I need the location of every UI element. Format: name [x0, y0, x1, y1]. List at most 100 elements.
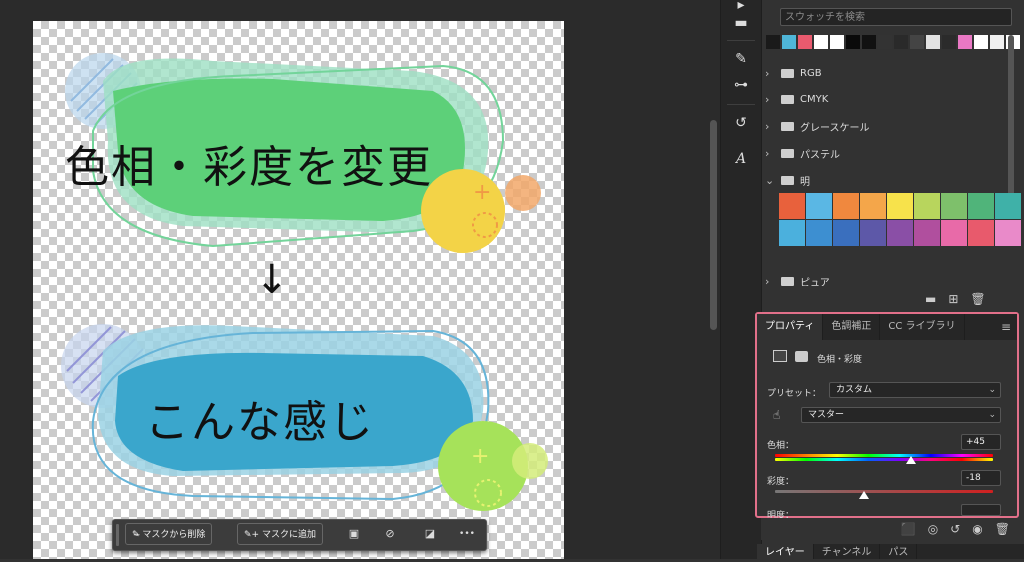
hue-slider-track[interactable] [775, 454, 993, 457]
recent-swatch[interactable] [846, 35, 860, 49]
clip-to-layer-icon[interactable]: ⬛ [901, 522, 916, 536]
adjustments-icon[interactable]: ⊶ [729, 74, 753, 96]
swatch-color[interactable] [833, 220, 859, 246]
history-icon[interactable]: ↺ [729, 112, 753, 134]
recent-swatch[interactable] [878, 35, 892, 49]
tab-adjustments[interactable]: 色調補正 [823, 314, 881, 340]
folder-icon [781, 68, 794, 78]
saturation-value-input[interactable]: -18 [961, 470, 1001, 486]
swatches-scrollbar[interactable] [1008, 35, 1014, 205]
panel-menu-icon[interactable]: ≡ [1001, 320, 1011, 334]
properties-panel: プロパティ 色調補正 CC ライブラリ ≡ 色相・彩度 プリセット： カスタム ⌄… [755, 312, 1019, 521]
hue-slider-shifted [775, 458, 993, 461]
reset-icon[interactable]: ↺ [950, 522, 960, 536]
hue-slider-thumb[interactable] [906, 456, 917, 464]
new-folder-icon[interactable]: ▬ [925, 292, 936, 306]
character-icon[interactable]: A [729, 148, 753, 170]
tab-layers[interactable]: レイヤー [757, 544, 814, 559]
recent-swatch[interactable] [766, 35, 780, 49]
recent-swatch[interactable] [830, 35, 844, 49]
swatch-folder-label: パステル [800, 149, 840, 161]
scroll-thumb[interactable] [710, 120, 717, 330]
swatch-color[interactable] [995, 193, 1021, 219]
recent-swatch[interactable] [974, 35, 988, 49]
recent-swatch[interactable] [814, 35, 828, 49]
channel-dropdown[interactable]: マスター ⌄ [801, 407, 1001, 423]
mask-settings-icon[interactable]: ▣ [345, 525, 363, 543]
chevron-down-icon[interactable]: ⌄ [765, 174, 775, 187]
swatch-color[interactable] [968, 220, 994, 246]
swatch-color[interactable] [941, 193, 967, 219]
swatch-color[interactable] [833, 193, 859, 219]
swatch-color[interactable] [995, 220, 1021, 246]
visibility-eye-icon[interactable]: ◉ [972, 522, 982, 536]
swatch-folder[interactable]: › パステル [765, 142, 840, 164]
swatch-color[interactable] [887, 220, 913, 246]
canvas-vertical-scrollbar[interactable] [708, 0, 720, 559]
tab-cc-libraries[interactable]: CC ライブラリ [880, 314, 965, 340]
tab-paths[interactable]: パス [880, 544, 918, 559]
chevron-right-icon[interactable]: › [765, 276, 775, 286]
swatch-folder[interactable]: › RGB [765, 62, 822, 84]
new-swatch-icon[interactable]: ⊞ [948, 292, 958, 306]
mask-options-icon[interactable]: ◪ [421, 525, 439, 543]
chevron-right-icon[interactable]: › [765, 93, 775, 106]
hue-value-input[interactable]: +45 [961, 434, 1001, 450]
swatch-folder[interactable]: › グレースケール [765, 115, 870, 137]
swatch-color[interactable] [806, 193, 832, 219]
document-canvas-area[interactable]: + + 色相・彩度を変更 ↓ こんな感じ ✎̶ マスクから削除 ✎+ マスクに追… [0, 0, 708, 559]
recent-swatch[interactable] [942, 35, 956, 49]
comment-icon[interactable]: ▬ [729, 12, 753, 34]
swatch-color[interactable] [941, 220, 967, 246]
tab-properties[interactable]: プロパティ [757, 314, 824, 340]
recent-swatch[interactable] [782, 35, 796, 49]
saturation-slider-track[interactable] [775, 490, 993, 493]
swatch-color[interactable] [914, 220, 940, 246]
swatch-color[interactable] [968, 193, 994, 219]
remove-from-mask-button[interactable]: ✎̶ マスクから削除 [125, 523, 213, 545]
recent-swatch[interactable] [910, 35, 924, 49]
recent-swatch[interactable] [862, 35, 876, 49]
chevron-right-icon[interactable]: › [765, 147, 775, 160]
recent-swatch[interactable] [958, 35, 972, 49]
preset-dropdown[interactable]: カスタム ⌄ [829, 382, 1001, 398]
saturation-label: 彩度： [767, 477, 795, 487]
hide-mask-icon[interactable]: ⊘ [381, 525, 399, 543]
swatch-folder-label: CMYK [800, 93, 829, 105]
recent-swatch[interactable] [926, 35, 940, 49]
taskbar-grip[interactable] [116, 524, 119, 546]
folder-icon [781, 276, 794, 286]
add-to-mask-button[interactable]: ✎+ マスクに追加 [237, 523, 323, 545]
swatch-folder[interactable]: ⌄ 明 [765, 169, 810, 191]
saturation-slider-thumb[interactable] [859, 491, 870, 499]
properties-tabs: プロパティ 色調補正 CC ライブラリ [757, 314, 1017, 340]
swatch-color[interactable] [914, 193, 940, 219]
swatch-color[interactable] [860, 193, 886, 219]
chevron-right-icon[interactable]: › [765, 120, 775, 133]
recent-swatch[interactable] [990, 35, 1004, 49]
adjustment-layer-icon[interactable] [773, 350, 787, 362]
chevron-right-icon[interactable]: › [765, 67, 775, 80]
swatch-color[interactable] [779, 220, 805, 246]
lightness-value-input[interactable] [961, 504, 1001, 516]
recent-swatch[interactable] [894, 35, 908, 49]
layers-tabs: レイヤー チャンネル パス [757, 544, 1024, 559]
swatch-folder[interactable]: › CMYK [765, 88, 828, 110]
document-canvas[interactable]: + + 色相・彩度を変更 ↓ こんな感じ [33, 21, 564, 559]
tab-channels[interactable]: チャンネル [814, 544, 881, 559]
mask-icon[interactable] [795, 351, 808, 362]
swatch-color[interactable] [779, 193, 805, 219]
folder-icon [781, 175, 794, 185]
hand-target-icon[interactable]: ☝ [773, 408, 780, 422]
swatch-color[interactable] [806, 220, 832, 246]
swatch-color[interactable] [887, 193, 913, 219]
swatch-search-input[interactable]: スウォッチを検索 [780, 8, 1012, 26]
more-options-button[interactable]: ••• [455, 525, 479, 543]
recent-swatch[interactable] [798, 35, 812, 49]
swatch-color[interactable] [860, 220, 886, 246]
brush-settings-icon[interactable]: ✎ [729, 48, 753, 70]
trash-icon[interactable]: 🗑 [970, 292, 985, 306]
swatch-folder[interactable]: › ピュア [765, 276, 830, 286]
trash-icon[interactable]: 🗑 [995, 522, 1010, 536]
view-previous-icon[interactable]: ◎ [928, 522, 938, 536]
